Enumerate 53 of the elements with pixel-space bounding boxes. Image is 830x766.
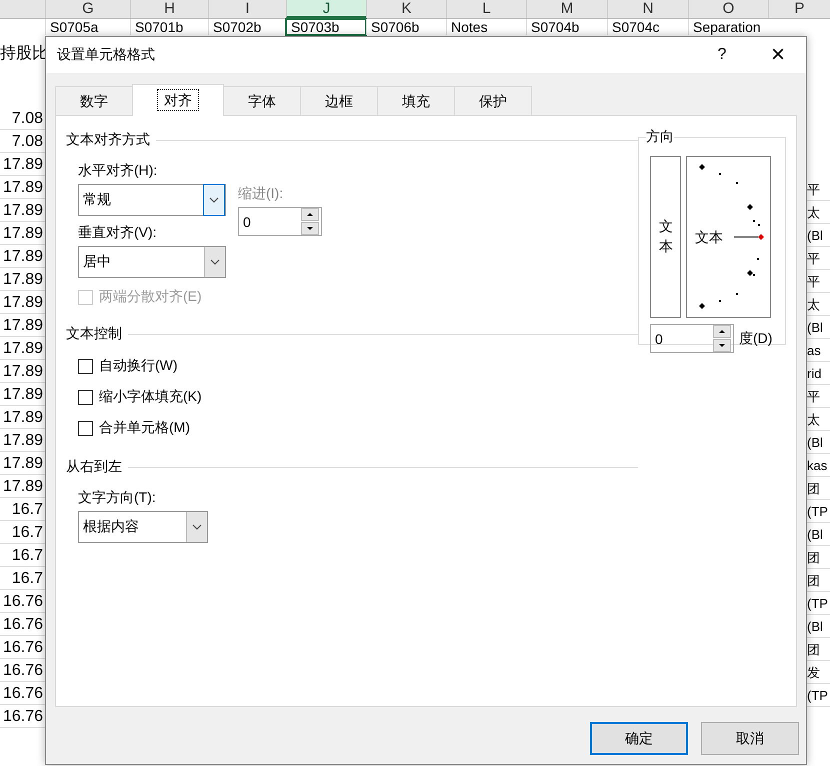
direction-select[interactable]: 根据内容 (78, 511, 208, 543)
close-button[interactable]: × (750, 37, 806, 73)
chevron-down-icon (192, 524, 202, 530)
column-header[interactable]: M (526, 0, 607, 18)
window-title: 设置单元格格式 (57, 46, 156, 64)
checkbox-label: 自动换行(W) (99, 357, 178, 375)
degree-spinner[interactable]: 0 (650, 324, 734, 353)
table-cell: S0703b (286, 19, 366, 35)
chevron-down-icon (209, 197, 219, 203)
column-header[interactable]: G (45, 0, 130, 18)
tab[interactable]: 对齐 (132, 84, 224, 116)
cancel-button[interactable]: 取消 (701, 722, 799, 755)
column-header[interactable]: H (130, 0, 208, 18)
field-label: 水平对齐(H): (78, 162, 158, 180)
tab[interactable]: 保护 (454, 86, 532, 116)
checkbox-label: 缩小字体填充(K) (99, 388, 202, 406)
section-title: 方向 (646, 128, 674, 146)
column-header[interactable]: K (366, 0, 446, 18)
vertical-select[interactable]: 居中 (78, 246, 226, 278)
table-cell: S0706b (366, 19, 446, 35)
table-cell: S0704b (526, 19, 607, 35)
field-label: 文字方向(T): (78, 489, 156, 507)
checkbox[interactable] (78, 420, 93, 436)
column-header[interactable]: P (768, 0, 830, 18)
field-label: 缩进(I): (238, 185, 284, 203)
chevron-down-icon (210, 259, 220, 265)
section-title: 文本控制 (66, 325, 122, 343)
column-header[interactable]: L (446, 0, 526, 18)
field-label: 度(D) (739, 330, 772, 348)
checkbox-label: 两端分散对齐(E) (99, 288, 202, 306)
table-cell: Notes (446, 19, 526, 35)
orientation-dial[interactable]: 文本 (686, 156, 771, 318)
indent-spinner[interactable]: 0 (238, 207, 322, 236)
table-cell: S0704c (607, 19, 688, 35)
table-cell: S0701b (130, 19, 208, 35)
tab[interactable]: 数字 (55, 86, 133, 116)
section-title: 从右到左 (66, 458, 122, 476)
help-button[interactable]: ? (694, 37, 750, 73)
column-header[interactable]: N (607, 0, 688, 18)
table-cell: S0702b (208, 19, 286, 35)
column-header[interactable]: J (286, 0, 366, 18)
checkbox-label: 合并单元格(M) (99, 419, 190, 437)
ok-button[interactable]: 确定 (590, 722, 688, 755)
column-header[interactable]: O (688, 0, 768, 18)
dial-text: 文本 (695, 229, 723, 247)
table-cell: S0705a (45, 19, 130, 35)
checkbox[interactable] (78, 358, 93, 374)
table-cell: Separation (688, 19, 768, 35)
section-title: 文本对齐方式 (66, 131, 150, 149)
horizontal-select[interactable]: 常规 (78, 184, 226, 216)
checkbox[interactable] (78, 390, 93, 404)
vertical-text-button[interactable]: 文本 (650, 156, 681, 318)
field-label: 垂直对齐(V): (78, 224, 157, 242)
